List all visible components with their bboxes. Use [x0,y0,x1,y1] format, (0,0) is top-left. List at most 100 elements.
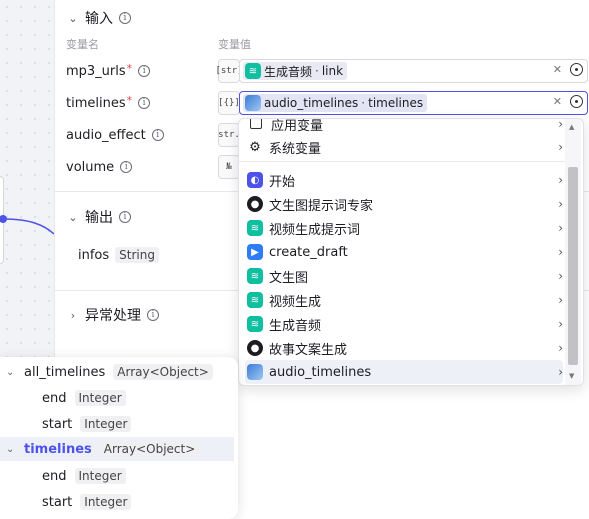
required-mark: * [126,93,133,107]
chevron-right-icon: › [558,293,563,307]
dropdown-item-label: 系统变量 [269,141,322,157]
error-section-title: 异常处理 [85,308,141,324]
reference-pill[interactable]: audio_timelines · timelines [243,94,428,112]
agent-icon: ● [247,340,263,356]
tree-row[interactable]: end Integer [42,464,126,488]
info-icon[interactable]: i [147,309,159,321]
variable-name: audio_effect [66,127,146,143]
tree-row-selected[interactable]: ⌄ timelines Array<Object> [0,437,234,461]
tree-field-type: Array<Object> [99,441,200,457]
info-icon[interactable]: i [119,12,131,24]
chevron-right-icon: › [558,221,563,235]
info-icon[interactable]: i [119,211,131,223]
scroll-down-icon[interactable]: ▼ [569,372,574,380]
input-section-header[interactable]: ⌄ 输入 i [67,8,131,28]
dropdown-item-label: create_draft [269,244,348,260]
tree-field-type: Integer [74,468,126,484]
dropdown-item[interactable]: ● 故事文案生成 › [245,336,563,360]
dropdown-item[interactable]: ● 文生图提示词专家 › [245,192,563,216]
scroll-up-icon[interactable]: ▲ [569,123,574,131]
box-icon [250,119,262,129]
output-section-title: 输出 [85,210,113,226]
variable-reference-field[interactable]: ≋ 生成音频 · link ✕ [239,59,588,83]
dropdown-item[interactable]: ≋ 视频生成提示词 › [245,216,563,240]
chevron-down-icon[interactable]: ⌄ [67,12,79,25]
agent-icon: ● [247,196,263,212]
clear-icon[interactable]: ✕ [553,95,562,108]
tree-row[interactable]: ⌄ all_timelines Array<Object> [6,360,234,384]
clear-icon[interactable]: ✕ [553,63,562,76]
dropdown-item[interactable]: ≋ 视频生成 › [245,288,563,312]
chevron-right-icon: › [558,118,563,131]
start-icon: ◐ [247,172,263,188]
target-icon[interactable] [570,63,583,76]
dropdown-scrollbar[interactable]: ▲ ▼ [565,119,581,385]
column-header-name: 变量名 [66,38,99,51]
type-selector[interactable]: [str] [215,59,243,83]
variable-reference-field[interactable]: audio_timelines · timelines ✕ [239,91,588,115]
output-section-header[interactable]: ⌄ 输出 i [67,207,131,227]
dropdown-item-label: 应用变量 [271,118,324,134]
tree-field-name: timelines [24,441,92,457]
tree-field-type: Array<Object> [113,364,213,380]
tree-field-name: all_timelines [24,364,106,380]
input-row-timelines: timelines * i [66,91,151,115]
dropdown-item-label: 文生图 [269,270,309,286]
layers-icon: ≋ [247,220,263,236]
chevron-right-icon: › [558,317,563,331]
layers-icon: ≋ [247,292,263,308]
gear-icon: ⚙ [249,139,261,155]
type-selector[interactable]: № [218,155,240,179]
dropdown-item[interactable]: ◐ 开始 › [245,168,563,192]
error-section-header[interactable]: › 异常处理 i [67,305,159,325]
info-icon[interactable]: i [138,65,151,77]
info-icon[interactable]: i [138,97,151,109]
input-row-audio-effect: audio_effect i [66,123,164,147]
field-tree-popover: ⌄ all_timelines Array<Object> end Intege… [0,357,238,519]
info-icon[interactable]: i [120,161,133,173]
variable-name: mp3_urls [66,63,126,79]
chevron-down-icon[interactable]: ⌄ [6,367,16,378]
dropdown-item[interactable]: ≋ 文生图 › [245,264,563,288]
variable-name: volume [66,159,115,175]
input-row-volume: volume i [66,155,133,179]
scrollbar-thumb[interactable] [568,167,578,365]
tree-field-name: start [42,494,73,510]
chevron-right-icon: › [558,245,563,259]
chevron-right-icon: › [558,173,563,187]
dropdown-item[interactable]: ≋ 生成音频 › [245,312,563,336]
dropdown-item[interactable]: audio_timelines › [245,360,563,384]
dropdown-item[interactable]: ▶ create_draft › [245,240,563,264]
info-icon[interactable]: i [151,129,164,141]
layers-icon: ≋ [247,268,263,284]
type-selector[interactable]: str. [218,123,240,147]
video-icon: ▶ [247,244,263,260]
output-row-infos: infos String [78,243,159,267]
tree-field-type: Integer [80,416,132,432]
output-name: infos [78,247,110,263]
chevron-right-icon[interactable]: › [67,309,79,322]
chevron-right-icon: › [558,197,563,211]
tree-field-name: start [42,416,73,432]
type-selector[interactable]: [{}] [218,91,240,115]
photo-icon [245,95,261,111]
chevron-right-icon: › [558,341,563,355]
reference-pill[interactable]: ≋ 生成音频 · link [243,62,348,80]
layers-icon: ≋ [247,316,263,332]
reference-node-name: audio_timelines [264,96,359,110]
tree-row[interactable]: end Integer [42,386,126,410]
variable-picker-dropdown: 应用变量 › ⚙ 系统变量 › ◐ 开始 › ● 文生图提示词专家 › ≋ 视频… [238,118,584,386]
reference-field-name: link [321,64,344,78]
dropdown-item[interactable]: 应用变量 › [245,118,563,136]
chevron-down-icon[interactable]: ⌄ [67,211,79,224]
tree-row[interactable]: start Integer [42,490,132,514]
dropdown-item[interactable]: ⚙ 系统变量 › [245,135,563,159]
input-section-title: 输入 [85,11,113,27]
photo-icon [247,364,263,380]
tree-field-name: end [42,468,67,484]
tree-row[interactable]: start Integer [42,412,132,436]
chevron-down-icon[interactable]: ⌄ [6,444,16,455]
dropdown-item-label: 故事文案生成 [269,342,348,358]
target-icon[interactable] [570,95,583,108]
output-type-tag: String [115,247,159,263]
